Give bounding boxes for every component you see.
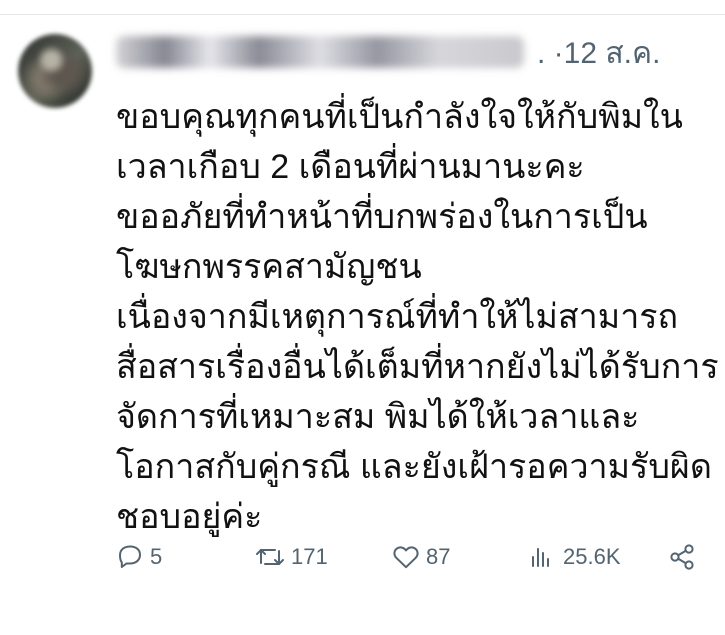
tweet-text-line: ชอบอยู่ค่ะ (116, 498, 263, 536)
views-icon (527, 541, 559, 573)
views-button[interactable]: 25.6K (527, 536, 621, 578)
repost-icon (253, 541, 287, 573)
heart-icon (390, 541, 422, 573)
reply-button[interactable]: 5 (114, 536, 162, 578)
blurred-account-name[interactable] (116, 36, 524, 68)
reply-icon (114, 541, 146, 573)
post-actions: 5 171 87 25.6K (114, 536, 704, 578)
tweet-text-line: ขอบคุณทุกคนที่เป็นกำลังใจให้กับพิมใน (116, 98, 683, 136)
tweet-text-line: จัดการที่เหมาะสม พิมได้ให้เวลาและ (116, 398, 640, 436)
tweet-text-line: เนื่องจากมีเหตุการณ์ที่ทำให้ไม่สามารถ (116, 298, 679, 336)
share-icon (667, 541, 699, 573)
repost-count: 171 (291, 544, 328, 569)
tweet-text-line: สื่อสารเรื่องอื่นได้เต็มที่หากยังไม่ได้ร… (116, 348, 719, 386)
post-header: . ·12 ส.ค. (116, 34, 706, 74)
tweet-text-line: เวลาเกือบ 2 เดือนที่ผ่านมานะคะ (116, 148, 585, 186)
post-time[interactable]: . ·12 ส.ค. (537, 34, 660, 74)
tweet-text-line: โฆษกพรรคสามัญชน (116, 248, 422, 286)
top-divider (0, 14, 725, 15)
like-button[interactable]: 87 (390, 536, 450, 578)
views-count: 25.6K (563, 544, 621, 569)
tweet-text: ขอบคุณทุกคนที่เป็นกำลังใจให้กับพิมใน เวล… (116, 92, 719, 542)
share-button[interactable] (667, 536, 699, 578)
avatar[interactable] (18, 34, 92, 108)
tweet-text-line: ขออภัยที่ทำหน้าที่บกพร่องในการเป็น (116, 198, 648, 236)
repost-button[interactable]: 171 (253, 536, 328, 578)
tweet-text-line: โอกาสกับคู่กรณี และยังเฝ้ารอความรับผิด (116, 448, 712, 486)
reply-count: 5 (150, 544, 163, 569)
like-count: 87 (426, 544, 451, 569)
